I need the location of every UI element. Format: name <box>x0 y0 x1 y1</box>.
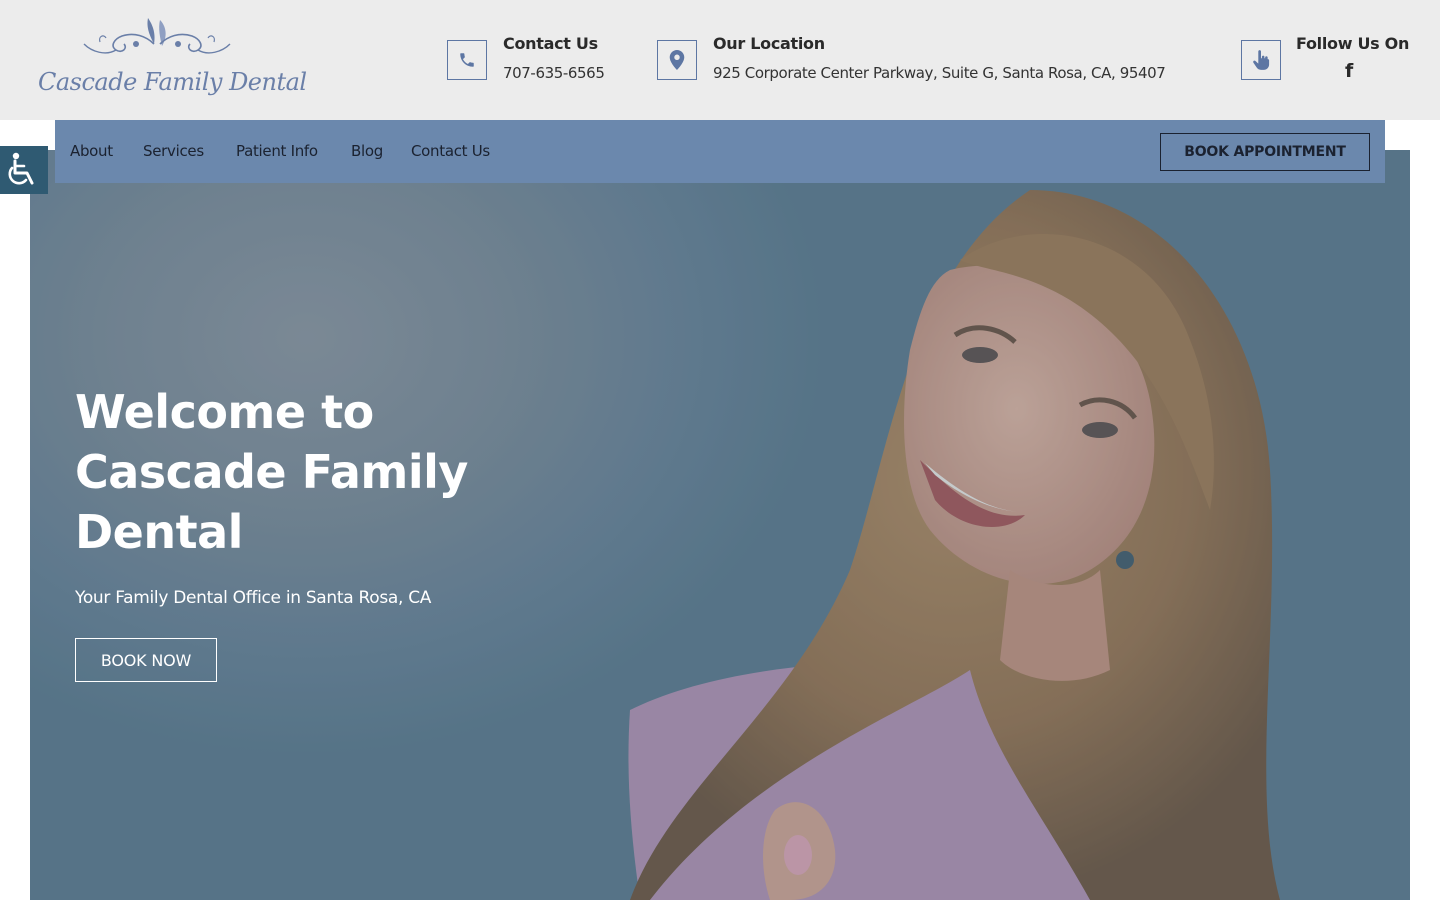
phone-icon <box>447 40 487 80</box>
top-header: Cascade Family Dental Contact Us 707-635… <box>0 0 1440 120</box>
location-title: Our Location <box>713 34 825 53</box>
header-location: Our Location 925 Corporate Center Parkwa… <box>657 34 1217 86</box>
book-now-button[interactable]: BOOK NOW <box>75 638 217 682</box>
hero-section: Welcome to Cascade Family Dental Your Fa… <box>30 150 1410 900</box>
nav-item-services[interactable]: Services <box>143 142 204 160</box>
header-follow: Follow Us On f <box>1241 34 1431 86</box>
book-appointment-button[interactable]: BOOK APPOINTMENT <box>1160 133 1370 171</box>
hero-subtitle: Your Family Dental Office in Santa Rosa,… <box>75 588 432 608</box>
contact-title: Contact Us <box>503 34 598 53</box>
follow-title: Follow Us On <box>1296 34 1410 53</box>
logo-text: Cascade Family Dental <box>38 68 307 96</box>
hero-title: Welcome to Cascade Family Dental <box>75 385 468 559</box>
site-logo[interactable]: Cascade Family Dental <box>38 14 307 106</box>
accessibility-button[interactable] <box>0 146 48 194</box>
nav-item-about[interactable]: About <box>70 142 113 160</box>
nav-item-blog[interactable]: Blog <box>351 142 383 160</box>
main-navbar: About Services Patient Info Blog Contact… <box>55 120 1385 183</box>
nav-item-contact-us[interactable]: Contact Us <box>411 142 490 160</box>
location-address[interactable]: 925 Corporate Center Parkway, Suite G, S… <box>713 64 1166 82</box>
header-contact: Contact Us 707-635-6565 <box>447 34 637 86</box>
wheelchair-icon <box>8 152 34 185</box>
map-pin-icon <box>657 40 697 80</box>
hand-pointer-icon <box>1241 40 1281 80</box>
logo-ornament-icon <box>83 18 231 54</box>
phone-number[interactable]: 707-635-6565 <box>503 64 605 82</box>
nav-item-patient-info[interactable]: Patient Info <box>236 142 318 160</box>
facebook-icon[interactable]: f <box>1345 60 1353 82</box>
